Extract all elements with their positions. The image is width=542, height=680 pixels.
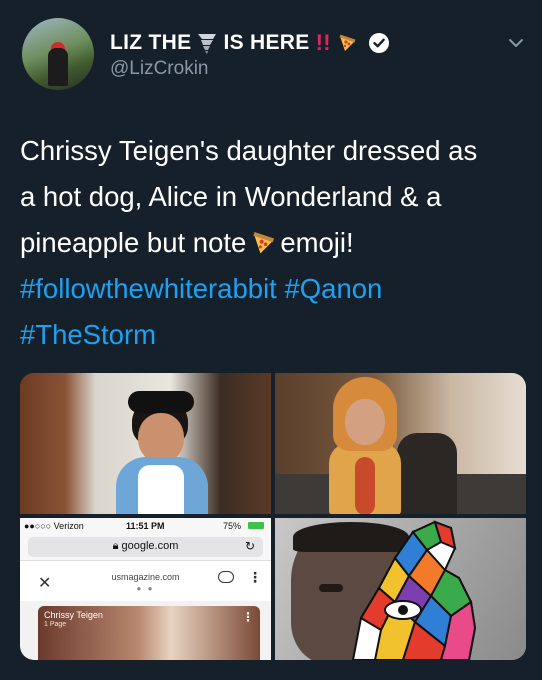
address-field[interactable]: 🔒︎ google.com ↻ — [28, 537, 263, 557]
tweet-line-3-text: pineapple but note — [20, 227, 247, 258]
photo-john-legend-art[interactable] — [275, 518, 526, 660]
child-face — [345, 399, 385, 445]
lock-icon: 🔒︎ — [112, 540, 122, 552]
avatar[interactable] — [22, 18, 94, 90]
photo-alice-costume[interactable] — [20, 373, 271, 514]
double-exclamation-icon: !! — [315, 30, 331, 55]
tweet-line-1: Chrissy Teigen's daughter dressed as — [20, 135, 478, 166]
user-handle[interactable]: @LizCrokin — [110, 58, 208, 80]
pizza-icon — [250, 224, 276, 254]
adult-figure — [397, 433, 457, 514]
page-indicator-dots: ● ● — [136, 584, 155, 593]
hashtag-line-2: #TheStorm — [20, 312, 530, 358]
hashtag-line-1: #followthewhiterabbit #Qanon — [20, 266, 530, 312]
refresh-icon[interactable]: ↻ — [245, 539, 255, 553]
story-card[interactable]: Chrissy Teigen 1 Page ⋮ — [38, 606, 260, 660]
address-value: google.com — [121, 540, 179, 552]
story-subtitle: 1 Page — [44, 621, 67, 628]
tweet-body: Chrissy Teigen's daughter dressed as a h… — [20, 128, 530, 358]
address-text: 🔒︎ google.com — [28, 540, 263, 553]
clock: 11:51 PM — [126, 521, 165, 531]
carrier-label: ●●○○○ Verizon — [24, 521, 84, 531]
display-name[interactable]: LIZ THE IS HERE !! — [110, 28, 389, 58]
tweet-line-3-end: emoji! — [280, 227, 354, 258]
hair-bow — [128, 391, 194, 413]
display-name-part2: IS HERE — [223, 31, 310, 54]
battery-icon — [248, 522, 264, 529]
story-title: Chrissy Teigen — [44, 610, 103, 620]
chevron-down-icon[interactable] — [508, 36, 524, 48]
costume-sausage — [355, 457, 375, 514]
tornado-icon — [197, 31, 217, 55]
verified-badge-icon — [368, 33, 389, 53]
browser-address-bar: 🔒︎ google.com ↻ — [20, 534, 271, 561]
mosaic-art-overlay — [351, 520, 477, 660]
battery-label: 75% — [223, 521, 242, 531]
white-apron — [138, 465, 184, 514]
photo-hotdog-costume[interactable] — [275, 373, 526, 514]
hashtag-qanon[interactable]: #Qanon — [284, 273, 382, 304]
site-toolbar: ✕ usmagazine.com ● ● ⋮ — [20, 561, 271, 601]
phone-screenshot[interactable]: ●●○○○ Verizon 11:51 PM 75% 🔒︎ google.com… — [20, 518, 271, 660]
hashtag-thestorm[interactable]: #TheStorm — [20, 319, 156, 350]
child-face — [138, 413, 184, 463]
avatar-figure — [48, 48, 68, 86]
hashtag-followthewhiterabbit[interactable]: #followthewhiterabbit — [20, 273, 277, 304]
media-grid: ●●○○○ Verizon 11:51 PM 75% 🔒︎ google.com… — [20, 373, 526, 660]
tweet-header: LIZ THE IS HERE !! @LizCrokin — [0, 0, 542, 110]
more-options-icon[interactable]: ⋮ — [248, 569, 262, 586]
tweet-line-2: a hot dog, Alice in Wonderland & a — [20, 181, 442, 212]
story-more-icon[interactable]: ⋮ — [242, 610, 254, 624]
link-icon[interactable] — [218, 571, 234, 583]
status-bar: ●●○○○ Verizon 11:51 PM 75% — [20, 518, 271, 534]
pizza-icon — [337, 33, 357, 53]
display-name-part1: LIZ THE — [110, 31, 192, 54]
tweet-line-3: pineapple but note emoji! — [20, 220, 530, 266]
